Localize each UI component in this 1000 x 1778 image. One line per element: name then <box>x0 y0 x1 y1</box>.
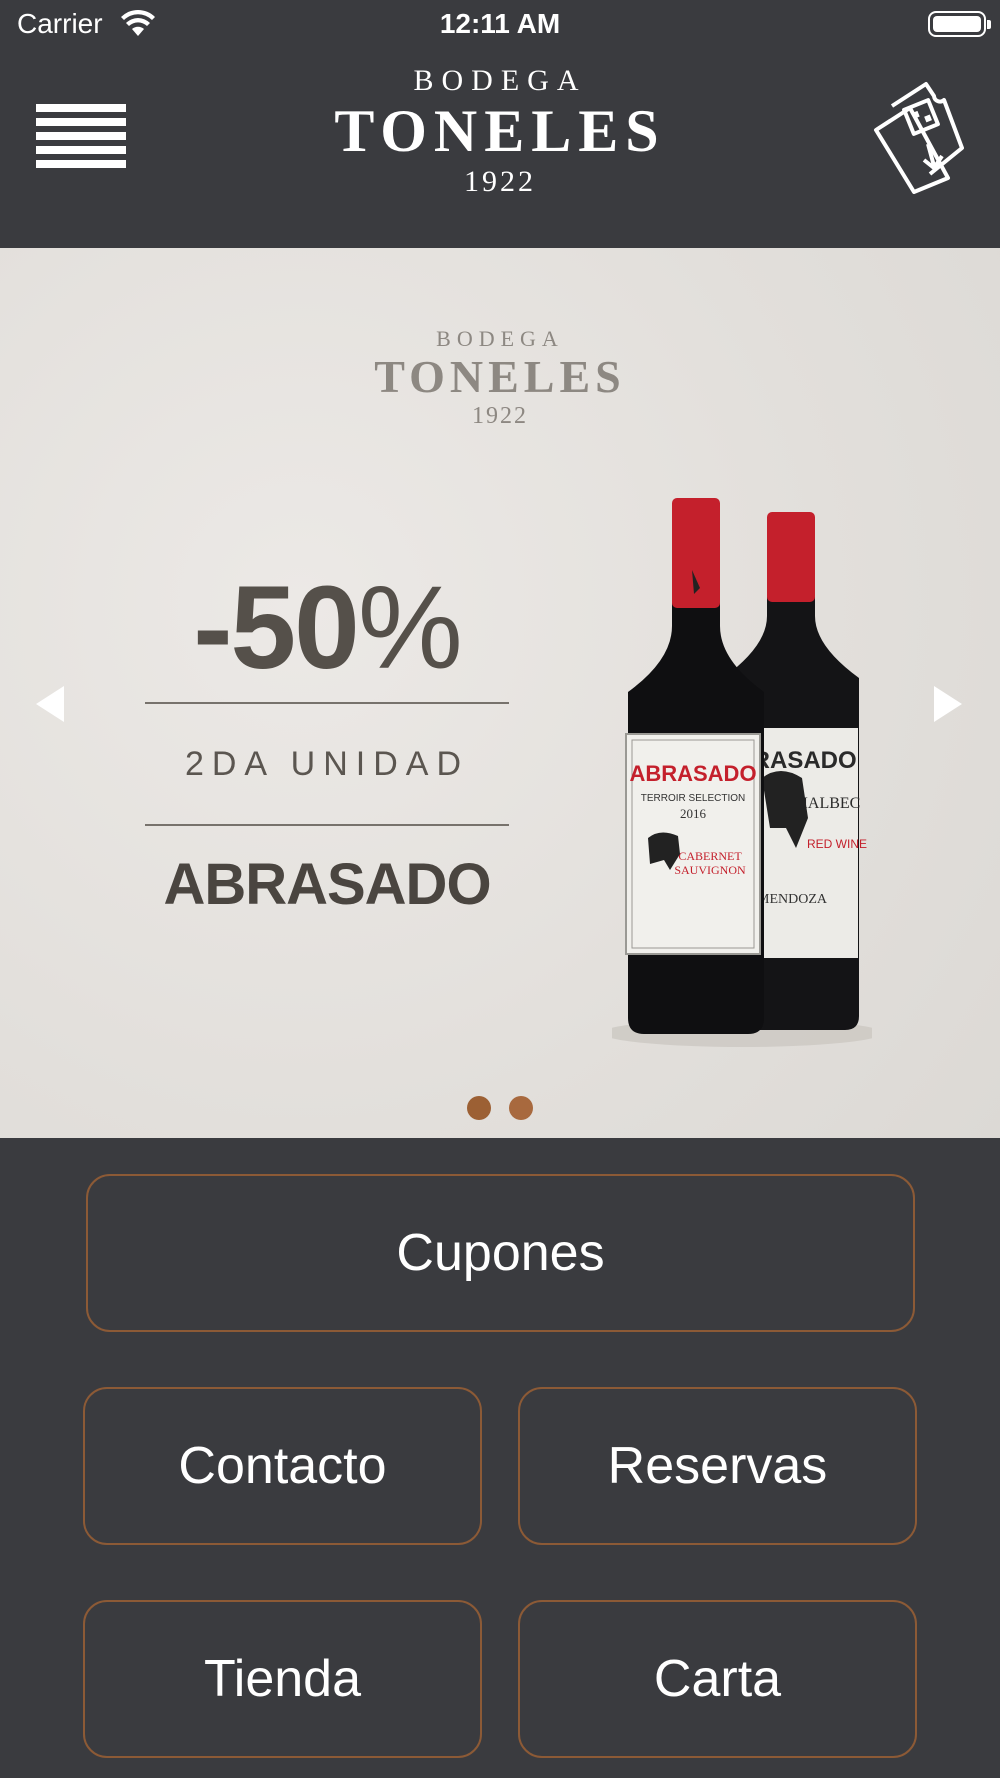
discount-label: -50% <box>145 568 509 688</box>
hamburger-menu-icon[interactable] <box>36 104 126 168</box>
clock: 12:11 AM <box>439 8 561 39</box>
promo-carousel[interactable]: BODEGA TONELES 1922 -50% 2DA UNIDAD ABRA… <box>0 248 1000 1138</box>
ticket-download-icon[interactable] <box>870 78 966 194</box>
cabernet-bottle: ABRASADO TERROIR SELECTION 2016 CABERNET… <box>625 498 764 1034</box>
logo-bodega: BODEGA <box>413 64 587 97</box>
svg-text:2016: 2016 <box>680 806 707 821</box>
discount-symbol: % <box>357 562 463 694</box>
svg-text:RED WINE: RED WINE <box>807 837 867 851</box>
promo-text: -50% 2DA UNIDAD ABRASADO <box>145 568 509 930</box>
divider-bottom <box>145 824 509 826</box>
svg-text:SAUVIGNON: SAUVIGNON <box>674 863 746 877</box>
status-bar: Carrier 12:11 AM <box>0 0 1000 50</box>
carousel-next-arrow-icon[interactable] <box>934 686 962 722</box>
pagination-dot-1[interactable] <box>466 1096 491 1120</box>
svg-text:MENDOZA: MENDOZA <box>757 892 828 907</box>
app-header: BODEGA TONELES 1922 <box>0 50 1000 248</box>
divider-top <box>145 702 509 704</box>
reservas-button[interactable]: Reservas <box>518 1387 917 1545</box>
svg-text:CABERNET: CABERNET <box>678 849 742 863</box>
pagination-dot-2[interactable] <box>509 1096 534 1120</box>
promo-subtitle: 2DA UNIDAD <box>184 745 470 783</box>
carousel-pagination <box>0 1096 1000 1125</box>
carta-button[interactable]: Carta <box>518 1600 917 1758</box>
logo-toneles: TONELES <box>334 98 666 164</box>
discount-value: -50 <box>193 562 360 694</box>
cupones-button[interactable]: Cupones <box>86 1174 915 1332</box>
banner-logo-year: 1922 <box>472 403 528 429</box>
brand-logo: BODEGA TONELES 1922 <box>250 64 750 200</box>
battery-icon <box>928 11 991 37</box>
banner-brand-logo: BODEGA TONELES 1922 <box>300 326 700 430</box>
product-name: ABRASADO <box>163 852 491 917</box>
logo-year: 1922 <box>464 165 536 198</box>
contacto-button[interactable]: Contacto <box>83 1387 482 1545</box>
banner-logo-bodega: BODEGA <box>436 326 564 351</box>
carousel-prev-arrow-icon[interactable] <box>36 686 64 722</box>
tienda-button[interactable]: Tienda <box>83 1600 482 1758</box>
svg-text:ABRASADO: ABRASADO <box>629 761 756 786</box>
svg-text:TERROIR SELECTION: TERROIR SELECTION <box>641 793 745 804</box>
wine-bottles-image: BRASADO MALBEC MENDOZA RED WINE ABRASADO… <box>612 498 872 1047</box>
banner-logo-toneles: TONELES <box>374 351 626 402</box>
